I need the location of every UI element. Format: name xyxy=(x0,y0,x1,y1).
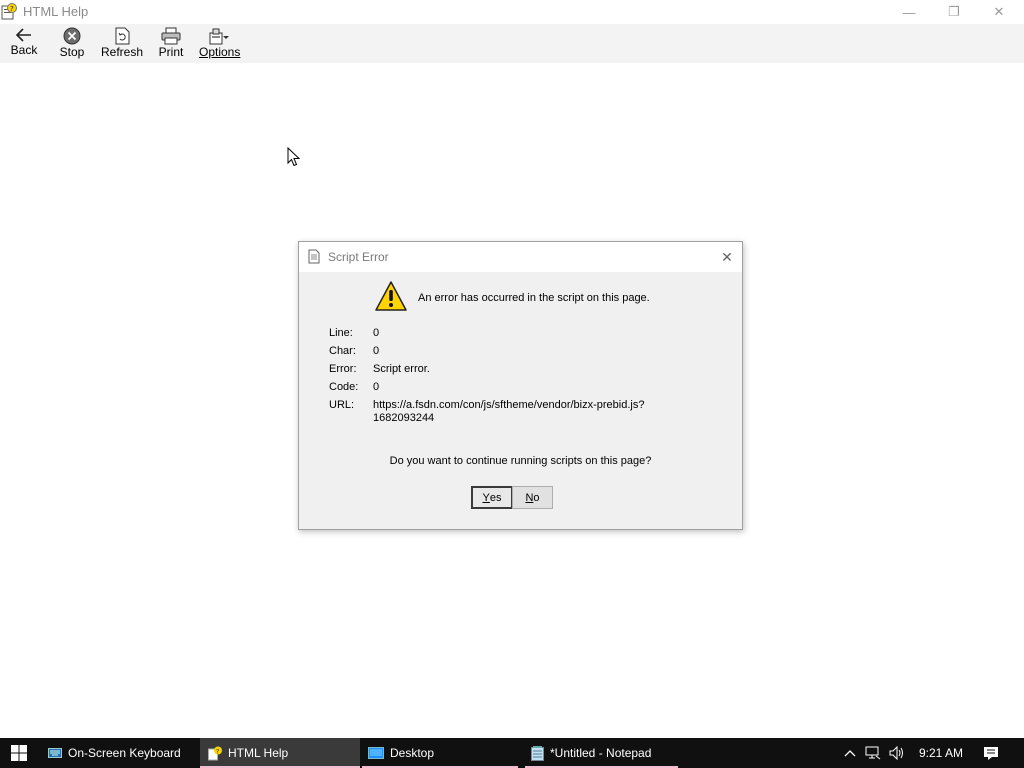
print-label: Print xyxy=(158,45,184,59)
minimize-icon: — xyxy=(902,4,916,20)
refresh-label: Refresh xyxy=(101,45,144,59)
action-center-button[interactable] xyxy=(976,738,1006,768)
folder-icon xyxy=(368,747,384,759)
script-error-dialog: Script Error ✕ An error has occurred in … xyxy=(298,241,743,530)
warning-icon xyxy=(375,281,407,311)
speaker-icon xyxy=(889,746,903,760)
windows-logo-icon xyxy=(11,745,27,761)
refresh-button[interactable]: Refresh xyxy=(101,25,143,61)
dialog-close-button[interactable]: ✕ xyxy=(717,247,737,267)
stop-icon xyxy=(63,27,81,45)
options-icon xyxy=(209,28,229,45)
taskbar-item-notepad[interactable]: *Untitled - Notepad xyxy=(525,738,678,768)
yes-button[interactable]: Yes xyxy=(471,486,513,509)
url-key: URL: xyxy=(329,399,355,411)
back-button[interactable]: Back xyxy=(6,25,42,61)
error-value: Script error. xyxy=(373,363,430,375)
html-help-app-icon: ? xyxy=(1,3,17,20)
dialog-title: Script Error xyxy=(328,250,389,264)
refresh-icon xyxy=(115,27,130,45)
print-button[interactable]: Print xyxy=(156,25,186,61)
continue-question: Do you want to continue running scripts … xyxy=(389,455,652,467)
document-icon xyxy=(308,249,320,264)
restore-icon: ❐ xyxy=(948,4,960,19)
notification-icon xyxy=(984,746,998,760)
line-value: 0 xyxy=(373,327,380,339)
notepad-icon xyxy=(531,745,544,761)
stop-label: Stop xyxy=(59,45,85,59)
toolbar: Back Stop Refresh Print Options xyxy=(0,24,1024,63)
close-button[interactable]: ✕ xyxy=(976,0,1022,24)
taskbar-label: On-Screen Keyboard xyxy=(68,746,181,760)
volume-tray-button[interactable] xyxy=(886,738,908,768)
code-key: Code: xyxy=(329,381,359,393)
back-label: Back xyxy=(10,43,38,57)
no-button[interactable]: No xyxy=(512,486,553,509)
window-title: HTML Help xyxy=(23,4,89,19)
clock[interactable]: 9:21 AM xyxy=(910,738,972,768)
printer-icon xyxy=(161,27,181,45)
char-value: 0 xyxy=(373,345,380,357)
taskbar-label: HTML Help xyxy=(228,746,289,760)
maximize-button[interactable]: ❐ xyxy=(931,0,977,24)
help-icon: ? xyxy=(208,746,222,760)
char-key: Char: xyxy=(329,345,356,357)
options-label: Options xyxy=(199,45,241,59)
line-key: Line: xyxy=(329,327,353,339)
taskbar-item-on-screen-keyboard[interactable]: On-Screen Keyboard xyxy=(40,738,198,768)
dialog-title-bar: Script Error ✕ xyxy=(299,242,742,272)
svg-text:?: ? xyxy=(216,748,219,755)
options-button[interactable]: Options xyxy=(199,25,241,61)
keyboard-icon xyxy=(48,748,62,758)
network-icon xyxy=(865,746,881,760)
title-bar: ? HTML Help — ❐ ✕ xyxy=(0,0,1024,24)
close-icon: ✕ xyxy=(721,248,733,265)
start-button[interactable] xyxy=(0,738,38,768)
taskbar-label: *Untitled - Notepad xyxy=(550,746,652,760)
taskbar-item-desktop[interactable]: Desktop xyxy=(362,738,518,768)
minimize-button[interactable]: — xyxy=(886,0,932,24)
svg-text:?: ? xyxy=(10,5,14,13)
taskbar-label: Desktop xyxy=(390,746,435,760)
chevron-up-icon xyxy=(844,750,856,757)
taskbar: On-Screen Keyboard ? HTML Help Desktop *… xyxy=(0,738,1024,768)
error-message: An error has occurred in the script on t… xyxy=(418,292,650,304)
network-tray-button[interactable] xyxy=(862,738,884,768)
back-arrow-icon xyxy=(15,28,31,42)
code-value: 0 xyxy=(373,381,380,393)
show-hidden-icons-button[interactable] xyxy=(840,738,860,768)
taskbar-item-html-help[interactable]: ? HTML Help xyxy=(200,738,360,768)
stop-button[interactable]: Stop xyxy=(55,25,89,61)
close-icon: ✕ xyxy=(993,4,1005,19)
no-label: o xyxy=(533,491,540,504)
no-accelerator: N xyxy=(525,491,534,504)
url-value: https://a.fsdn.com/con/js/sftheme/vendor… xyxy=(373,399,645,424)
yes-accelerator: Y xyxy=(482,491,490,504)
yes-label: es xyxy=(489,491,502,504)
error-key: Error: xyxy=(329,363,357,375)
mouse-cursor-icon xyxy=(287,147,300,167)
